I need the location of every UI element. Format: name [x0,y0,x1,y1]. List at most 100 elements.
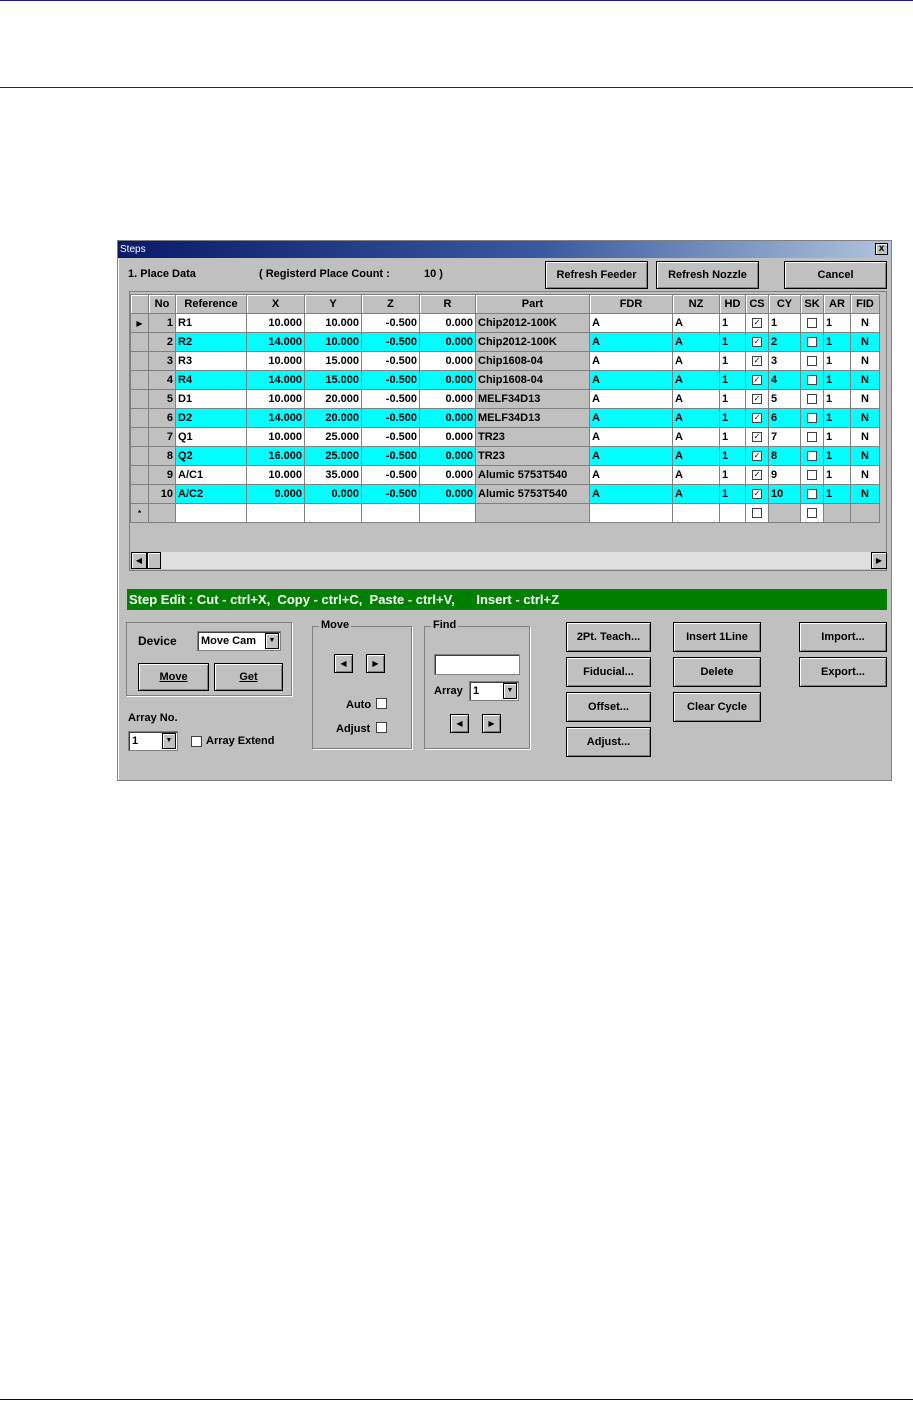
chevron-down-icon[interactable]: ▼ [503,683,517,699]
row-selector[interactable] [130,408,149,428]
cell-sk[interactable] [800,351,824,371]
cell-x[interactable]: 14.000 [246,370,305,390]
column-header-x[interactable]: X [246,294,305,314]
scroll-right-icon[interactable]: ▶ [871,552,887,569]
cell-x[interactable]: 0.000 [246,484,305,504]
cell-x[interactable]: 10.000 [246,389,305,409]
refresh-feeder-button[interactable]: Refresh Feeder [545,261,648,289]
cell-no[interactable]: 1 [148,313,176,333]
sk-checkbox[interactable] [807,451,817,462]
row-selector[interactable] [130,427,149,447]
sk-checkbox[interactable] [807,337,817,348]
cell-fid[interactable]: N [850,351,880,371]
cell-ref[interactable]: R4 [175,370,247,390]
cell-cs[interactable]: ✓ [745,370,769,390]
cell-z[interactable]: -0.500 [361,332,420,352]
cell-cs[interactable]: ✓ [745,332,769,352]
column-header-reference[interactable]: Reference [175,294,247,314]
cell-x[interactable]: 14.000 [246,332,305,352]
find-input[interactable] [434,654,520,675]
cell-fid[interactable]: N [850,408,880,428]
cell-part[interactable]: Chip2012-100K [475,332,590,352]
chevron-down-icon[interactable]: ▼ [162,733,176,749]
cell-cy[interactable]: 2 [768,332,801,352]
import-button[interactable]: Import... [799,622,887,652]
new-row-cell[interactable] [148,503,176,523]
cs-checkbox[interactable]: ✓ [752,337,762,348]
cell-r[interactable]: 0.000 [419,427,476,447]
cell-x[interactable]: 10.000 [246,313,305,333]
cell-hd[interactable]: 1 [719,484,746,504]
column-header-part[interactable]: Part [475,294,590,314]
sk-checkbox[interactable] [807,489,817,500]
cell-ref[interactable]: A/C2 [175,484,247,504]
cell-fdr[interactable]: A [589,370,673,390]
cell-cy[interactable]: 4 [768,370,801,390]
cell-part[interactable]: MELF34D13 [475,408,590,428]
cell-ref[interactable]: A/C1 [175,465,247,485]
column-header-ar[interactable]: AR [823,294,851,314]
array-no-select[interactable]: 1 ▼ [128,731,178,751]
cell-fid[interactable]: N [850,389,880,409]
cell-hd[interactable]: 1 [719,313,746,333]
cell-y[interactable]: 10.000 [304,332,362,352]
cs-checkbox[interactable]: ✓ [752,432,762,443]
cell-nz[interactable]: A [672,408,720,428]
sk-checkbox[interactable] [807,356,817,367]
cell-ref[interactable]: D2 [175,408,247,428]
cell-z[interactable]: -0.500 [361,484,420,504]
cell-no[interactable]: 10 [148,484,176,504]
cell-nz[interactable]: A [672,465,720,485]
new-row-cell[interactable] [850,503,880,523]
cell-ref[interactable]: R3 [175,351,247,371]
cell-cy[interactable]: 9 [768,465,801,485]
cell-fdr[interactable]: A [589,313,673,333]
cell-y[interactable]: 0.000 [304,484,362,504]
cell-x[interactable]: 10.000 [246,427,305,447]
cell-nz[interactable]: A [672,389,720,409]
cell-no[interactable]: 9 [148,465,176,485]
cell-cs[interactable]: ✓ [745,427,769,447]
cell-ar[interactable]: 1 [823,370,851,390]
column-header-no[interactable]: No [148,294,176,314]
cell-hd[interactable]: 1 [719,389,746,409]
sk-checkbox[interactable] [807,413,817,424]
column-header-y[interactable]: Y [304,294,362,314]
cell-sk[interactable] [800,332,824,352]
cell-z[interactable]: -0.500 [361,370,420,390]
new-row-cell[interactable] [719,503,746,523]
cell-cs[interactable]: ✓ [745,389,769,409]
column-header-cy[interactable]: CY [768,294,801,314]
row-selector[interactable] [130,351,149,371]
cell-fid[interactable]: N [850,484,880,504]
cell-r[interactable]: 0.000 [419,446,476,466]
new-row-cell[interactable] [672,503,720,523]
table-row[interactable]: 2 R2 14.000 10.000 -0.500 0.000 Chip2012-100K A… [130,332,880,352]
adjust-checkbox[interactable] [376,722,387,733]
cell-cs[interactable]: ✓ [745,313,769,333]
cell-nz[interactable]: A [672,313,720,333]
cell-z[interactable]: -0.500 [361,351,420,371]
column-header-sk[interactable]: SK [800,294,824,314]
table-row[interactable]: 3 R3 10.000 15.000 -0.500 0.000 Chip1608-04 A A 1… [130,351,880,371]
cell-x[interactable]: 14.000 [246,408,305,428]
cell-part[interactable]: TR23 [475,427,590,447]
cell-cy[interactable]: 10 [768,484,801,504]
cell-fdr[interactable]: A [589,427,673,447]
cell-cy[interactable]: 6 [768,408,801,428]
cell-hd[interactable]: 1 [719,446,746,466]
cs-checkbox[interactable]: ✓ [752,451,762,462]
cell-r[interactable]: 0.000 [419,484,476,504]
cell-hd[interactable]: 1 [719,351,746,371]
cell-nz[interactable]: A [672,351,720,371]
cs-checkbox[interactable]: ✓ [752,356,762,367]
cell-ref[interactable]: Q1 [175,427,247,447]
cell-ar[interactable]: 1 [823,427,851,447]
table-row[interactable]: 9 A/C1 10.000 35.000 -0.500 0.000 Alumic 5753T… [130,465,880,485]
cell-sk[interactable] [800,370,824,390]
refresh-nozzle-button[interactable]: Refresh Nozzle [656,261,759,289]
cell-ref[interactable]: R1 [175,313,247,333]
new-row-checkbox[interactable] [807,508,817,519]
table-row[interactable]: 10 A/C2 0.000 0.000 -0.500 0.000 Alumic 5753T5… [130,484,880,504]
column-header-r[interactable]: R [419,294,476,314]
